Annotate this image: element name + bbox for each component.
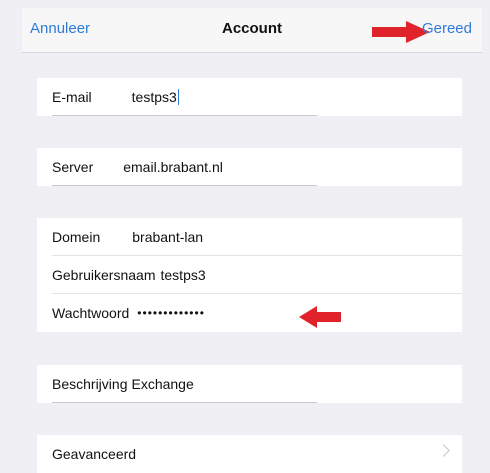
server-field[interactable]: email.brabant.nl <box>123 159 223 175</box>
domain-label: Domein <box>52 229 101 245</box>
email-label: E-mail <box>52 89 92 105</box>
credentials-group: Domein brabant-lan Gebruikersnaam testps… <box>37 218 462 332</box>
red-arrow-icon <box>299 306 341 328</box>
chevron-right-icon <box>437 444 450 457</box>
password-row[interactable]: Wachtwoord ••••••••••••• <box>37 294 462 332</box>
server-group: Server email.brabant.nl <box>37 148 462 186</box>
email-underline <box>52 115 317 116</box>
server-row[interactable]: Server email.brabant.nl <box>37 148 462 186</box>
advanced-row[interactable]: Geavanceerd <box>37 435 462 473</box>
cancel-button[interactable]: Annuleer <box>30 20 90 37</box>
email-group: E-mail testps3 <box>37 78 462 116</box>
description-underline <box>52 402 317 403</box>
username-label: Gebruikersnaam <box>52 267 156 283</box>
username-row[interactable]: Gebruikersnaam testps3 <box>37 256 462 294</box>
description-group: Beschrijving Exchange <box>37 365 462 403</box>
password-field[interactable]: ••••••••••••• <box>137 306 205 320</box>
username-field[interactable]: testps3 <box>161 267 206 283</box>
email-field[interactable]: testps3 <box>132 89 179 105</box>
email-value: testps3 <box>131 89 177 105</box>
done-button[interactable]: Gereed <box>422 20 472 37</box>
advanced-group: Geavanceerd <box>37 435 462 473</box>
domain-field[interactable]: brabant-lan <box>132 229 203 245</box>
settings-screen: Annuleer Account Gereed E-mail testps3 S… <box>22 8 482 473</box>
server-label: Server <box>52 159 94 175</box>
email-row[interactable]: E-mail testps3 <box>37 78 462 116</box>
navigation-bar: Annuleer Account Gereed <box>22 8 482 53</box>
password-label: Wachtwoord <box>52 305 130 321</box>
description-row[interactable]: Beschrijving Exchange <box>37 365 462 403</box>
domain-row[interactable]: Domein brabant-lan <box>37 218 462 256</box>
text-cursor <box>177 89 179 105</box>
advanced-label: Geavanceerd <box>52 446 137 462</box>
description-field[interactable]: Exchange <box>131 376 193 392</box>
server-underline <box>52 185 317 186</box>
description-label: Beschrijving <box>52 376 128 392</box>
